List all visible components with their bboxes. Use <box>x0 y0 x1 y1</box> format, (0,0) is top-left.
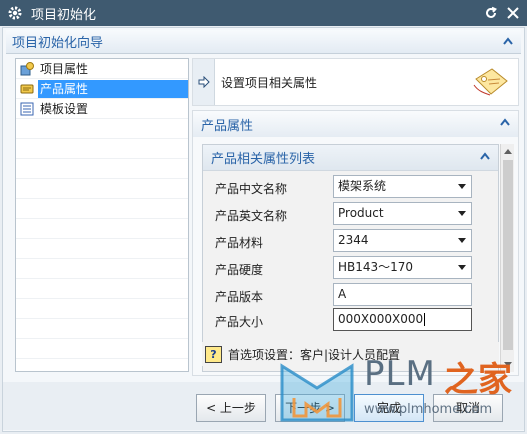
product-properties-panel: 产品属性 产品相关属性列表 产品中文名称 模架系统 产品英文名称 Product… <box>192 110 519 376</box>
chevron-down-icon <box>458 265 466 270</box>
select-value: 2344 <box>338 233 369 247</box>
product-en-name-select[interactable]: Product <box>333 202 472 225</box>
finish-button[interactable]: 完成 <box>354 394 424 422</box>
next-button[interactable]: 下一步 > <box>275 394 345 422</box>
preferences-hint: ? 首选项设置：客户|设计人员配置 <box>202 342 499 366</box>
attribute-label: 产品大小 <box>215 315 264 329</box>
attribute-row: 产品材料 2344 <box>203 229 498 253</box>
chevron-down-icon <box>458 184 466 189</box>
attribute-label: 产品材料 <box>215 236 264 250</box>
list-icon <box>19 101 35 117</box>
attribute-list-header[interactable]: 产品相关属性列表 <box>203 145 498 171</box>
button-bar: < 上一步 下一步 > 完成 取消 <box>3 382 524 430</box>
step-header-text: 设置项目相关属性 <box>221 75 318 90</box>
scroll-up-icon[interactable] <box>504 149 512 154</box>
select-value: Product <box>338 206 384 220</box>
product-cn-name-select[interactable]: 模架系统 <box>333 175 472 198</box>
select-value: 模架系统 <box>338 179 387 193</box>
input-value: 000X000X000 <box>338 312 424 326</box>
help-icon[interactable]: ? <box>205 345 222 363</box>
tree-item-label: 模板设置 <box>40 101 89 116</box>
tree-item-label: 产品属性 <box>38 79 188 98</box>
wizard-header[interactable]: 项目初始化向导 <box>6 30 521 54</box>
tree-empty-row <box>16 279 188 299</box>
gear-icon <box>5 3 25 23</box>
chevron-down-icon <box>458 238 466 243</box>
collapse-icon[interactable] <box>503 37 513 45</box>
reset-icon[interactable] <box>481 3 501 23</box>
attribute-row: 产品中文名称 模架系统 <box>203 175 498 199</box>
tree-empty-row <box>16 139 188 159</box>
attribute-list-title: 产品相关属性列表 <box>211 152 316 167</box>
collapse-icon[interactable] <box>480 152 490 160</box>
project-icon <box>19 61 35 77</box>
tree-empty-row <box>16 319 188 339</box>
attribute-row: 产品大小 000X000X000 <box>203 308 498 332</box>
chevron-down-icon <box>458 211 466 216</box>
attribute-label: 产品英文名称 <box>215 209 288 223</box>
tree-item-project[interactable]: 项目属性 <box>16 59 188 79</box>
product-size-input[interactable]: 000X000X000 <box>333 308 472 331</box>
arrow-right-icon <box>193 59 215 105</box>
product-version-input[interactable]: A <box>333 283 472 306</box>
text-caret <box>424 313 426 326</box>
attribute-list-group: 产品相关属性列表 产品中文名称 模架系统 产品英文名称 Product 产品材料… <box>202 144 499 372</box>
collapse-icon[interactable] <box>500 118 510 126</box>
tag-icon <box>470 65 510 102</box>
tree-empty-row <box>16 199 188 219</box>
wizard-heading: 项目初始化向导 <box>12 36 104 51</box>
product-material-select[interactable]: 2344 <box>333 229 472 252</box>
tree-empty-row <box>16 259 188 279</box>
tree-empty-row <box>16 179 188 199</box>
attribute-label: 产品版本 <box>215 290 264 304</box>
tree-item-product[interactable]: 产品属性 <box>16 79 188 99</box>
tree-empty-row <box>16 339 188 359</box>
tree-empty-row <box>16 299 188 319</box>
product-section-title: 产品属性 <box>201 118 254 134</box>
close-icon[interactable] <box>503 3 523 23</box>
attribute-row: 产品英文名称 Product <box>203 202 498 226</box>
pencil-icon <box>19 81 35 97</box>
scroll-down-icon[interactable] <box>504 362 512 367</box>
tree-empty-row <box>16 119 188 139</box>
back-button[interactable]: < 上一步 <box>196 394 266 422</box>
attribute-label: 产品硬度 <box>215 263 264 277</box>
product-section-header[interactable]: 产品属性 <box>193 111 518 137</box>
attribute-row: 产品版本 A <box>203 283 498 307</box>
tree-empty-row <box>16 239 188 259</box>
tree-item-label: 项目属性 <box>40 61 89 76</box>
tree-empty-row <box>16 219 188 239</box>
tree-item-template[interactable]: 模板设置 <box>16 99 188 119</box>
cancel-button[interactable]: 取消 <box>433 394 503 422</box>
vertical-scrollbar[interactable] <box>500 144 514 372</box>
window-title: 项目初始化 <box>31 7 97 23</box>
title-bar: 项目初始化 <box>0 0 527 26</box>
select-value: HB143～170 <box>338 260 414 274</box>
attribute-label: 产品中文名称 <box>215 182 288 196</box>
input-value: A <box>338 287 347 301</box>
hint-text: 首选项设置：客户|设计人员配置 <box>228 347 401 362</box>
step-tree: 项目属性 产品属性 模板设置 <box>15 58 189 372</box>
product-hardness-select[interactable]: HB143～170 <box>333 256 472 279</box>
step-header: 设置项目相关属性 <box>192 58 519 106</box>
attribute-row: 产品硬度 HB143～170 <box>203 256 498 280</box>
scroll-thumb[interactable] <box>503 160 513 350</box>
tree-empty-row <box>16 159 188 179</box>
